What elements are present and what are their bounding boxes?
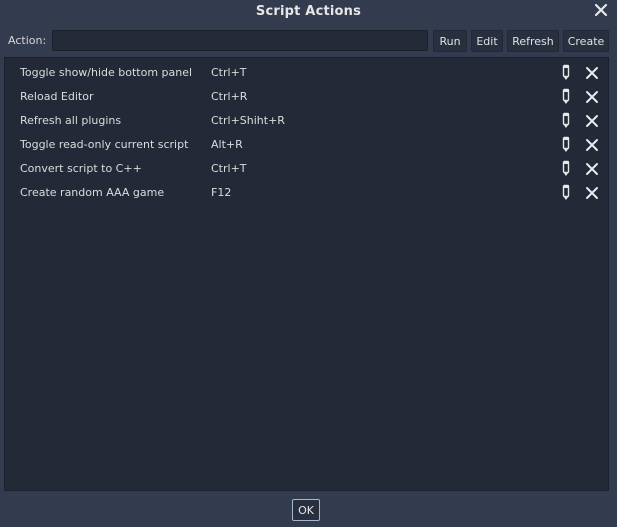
pencil-icon[interactable]	[559, 112, 573, 129]
pencil-icon[interactable]	[559, 88, 573, 105]
action-name: Create random AAA game	[20, 186, 165, 199]
list-item[interactable]: Create random AAA game F12	[5, 181, 608, 205]
ok-button[interactable]: OK	[292, 499, 320, 521]
create-button[interactable]: Create	[563, 30, 609, 52]
action-name: Convert script to C++	[20, 162, 142, 175]
list-item[interactable]: Toggle show/hide bottom panel Ctrl+T	[5, 61, 608, 85]
pencil-icon[interactable]	[559, 64, 573, 81]
action-name: Toggle show/hide bottom panel	[20, 66, 193, 79]
action-toolbar: Action: Run Edit Refresh Create	[0, 29, 617, 53]
window-title: Script Actions	[255, 3, 362, 19]
pencil-icon[interactable]	[559, 184, 573, 201]
remove-icon[interactable]	[585, 66, 599, 80]
remove-icon[interactable]	[585, 114, 599, 128]
title-bar: Script Actions	[0, 0, 617, 22]
list-item[interactable]: Refresh all plugins Ctrl+Shiht+R	[5, 109, 608, 133]
action-name: Toggle read-only current script	[20, 138, 189, 151]
refresh-button[interactable]: Refresh	[507, 30, 559, 52]
remove-icon[interactable]	[585, 186, 599, 200]
action-name: Refresh all plugins	[20, 114, 122, 127]
list-item[interactable]: Convert script to C++ Ctrl+T	[5, 157, 608, 181]
edit-button[interactable]: Edit	[471, 30, 503, 52]
remove-icon[interactable]	[585, 162, 599, 176]
action-shortcut: Ctrl+T	[211, 66, 247, 79]
action-shortcut: Ctrl+T	[211, 162, 247, 175]
actions-list: Toggle show/hide bottom panel Ctrl+T Rel…	[4, 57, 609, 491]
run-button[interactable]: Run	[433, 30, 467, 52]
pencil-icon[interactable]	[559, 160, 573, 177]
action-shortcut: Alt+R	[211, 138, 243, 151]
action-shortcut: Ctrl+Shiht+R	[211, 114, 285, 127]
close-icon[interactable]	[593, 2, 609, 18]
list-item[interactable]: Toggle read-only current script Alt+R	[5, 133, 608, 157]
action-input[interactable]	[52, 30, 428, 51]
list-item[interactable]: Reload Editor Ctrl+R	[5, 85, 608, 109]
action-label: Action:	[8, 34, 47, 47]
remove-icon[interactable]	[585, 138, 599, 152]
remove-icon[interactable]	[585, 90, 599, 104]
action-shortcut: Ctrl+R	[211, 90, 248, 103]
action-shortcut: F12	[211, 186, 232, 199]
pencil-icon[interactable]	[559, 136, 573, 153]
action-name: Reload Editor	[20, 90, 94, 103]
